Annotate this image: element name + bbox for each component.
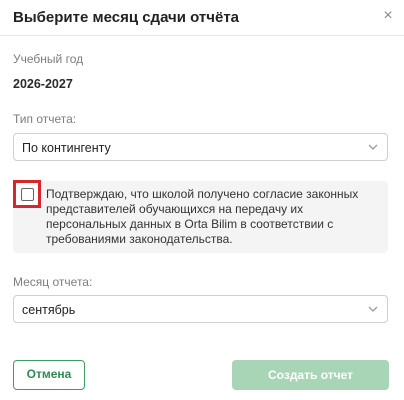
cancel-button[interactable]: Отмена [13,360,85,390]
report-month-label: Месяц отчета: [13,275,93,289]
report-type-label: Тип отчета: [13,112,77,126]
checkbox-highlight [13,180,41,208]
report-type-selected: По контингенту [22,141,111,155]
create-report-button[interactable]: Создать отчет [232,360,389,390]
report-type-select[interactable]: По контингенту [13,133,388,161]
chevron-down-icon [368,306,378,312]
consent-checkbox[interactable] [21,188,34,201]
report-month-selected: сентябрь [22,303,76,317]
report-month-dialog: Выберите месяц сдачи отчёта × Учебный го… [0,0,404,400]
dialog-title: Выберите месяц сдачи отчёта [13,9,240,26]
consent-text: Подтверждаю, что школой получено согласи… [46,187,359,246]
close-icon[interactable]: × [379,7,397,25]
report-month-select[interactable]: сентябрь [13,295,388,323]
academic-year-value: 2026-2027 [13,77,73,91]
dialog-header: Выберите месяц сдачи отчёта × [0,0,404,36]
chevron-down-icon [368,144,378,150]
academic-year-label: Учебный год [13,52,84,66]
